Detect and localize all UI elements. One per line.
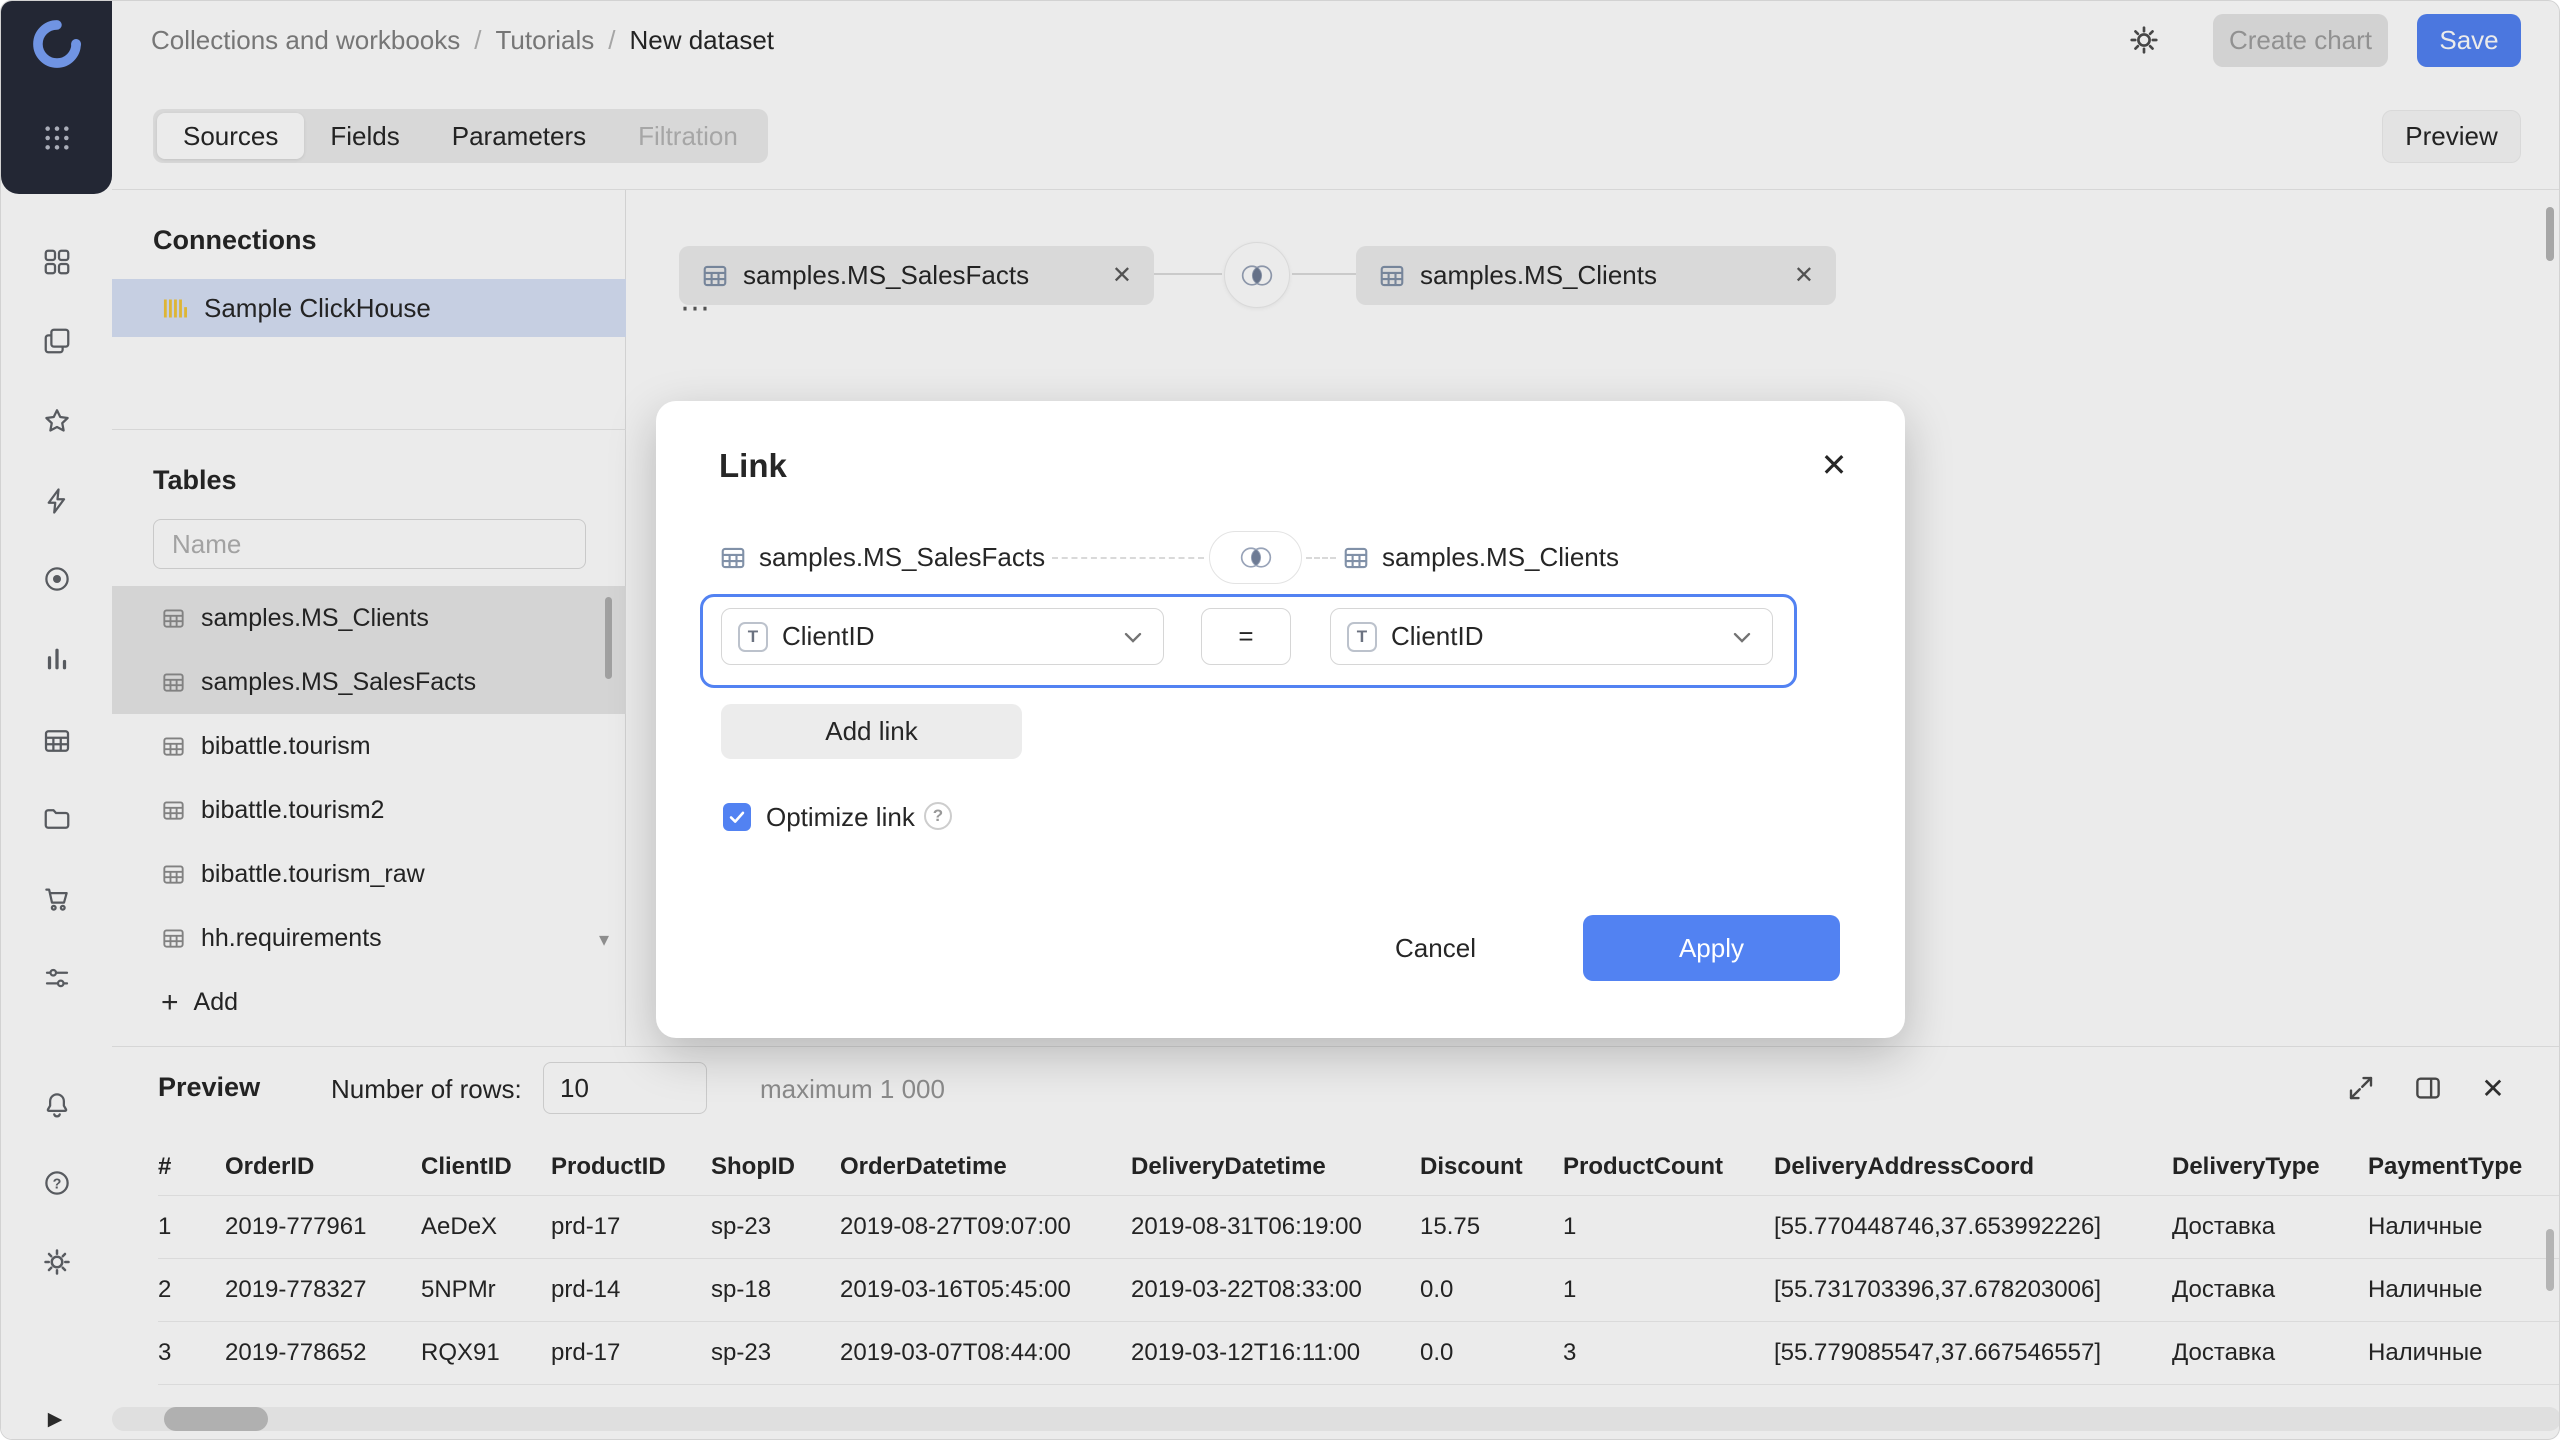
operator-value: = bbox=[1238, 621, 1253, 652]
left-field-value: ClientID bbox=[782, 621, 874, 652]
link-modal: Link ✕ samples.MS_SalesFacts samples.MS_… bbox=[656, 401, 1905, 1038]
string-type-icon: T bbox=[738, 622, 768, 652]
chevron-down-icon bbox=[1728, 623, 1756, 651]
join-type-toggle[interactable] bbox=[1209, 531, 1302, 584]
help-question-icon[interactable]: ? bbox=[924, 802, 952, 830]
table-icon bbox=[1342, 544, 1370, 572]
close-modal-icon[interactable]: ✕ bbox=[1812, 443, 1856, 487]
apply-button[interactable]: Apply bbox=[1583, 915, 1840, 981]
left-field-select[interactable]: T ClientID bbox=[721, 608, 1164, 665]
optimize-link-label[interactable]: Optimize link bbox=[766, 802, 915, 833]
right-field-value: ClientID bbox=[1391, 621, 1483, 652]
optimize-link-checkbox[interactable] bbox=[723, 803, 751, 831]
string-type-icon: T bbox=[1347, 622, 1377, 652]
cancel-button[interactable]: Cancel bbox=[1368, 915, 1503, 981]
modal-left-table: samples.MS_SalesFacts bbox=[759, 542, 1045, 573]
chevron-down-icon bbox=[1119, 623, 1147, 651]
modal-right-table: samples.MS_Clients bbox=[1382, 542, 1619, 573]
modal-title: Link bbox=[719, 447, 787, 485]
table-icon bbox=[719, 544, 747, 572]
right-field-select[interactable]: T ClientID bbox=[1330, 608, 1773, 665]
operator-select[interactable]: = bbox=[1201, 608, 1291, 665]
app-window: ? ▶ Collections and workbooks / Tutorial… bbox=[0, 0, 2560, 1440]
add-link-button[interactable]: Add link bbox=[721, 704, 1022, 759]
